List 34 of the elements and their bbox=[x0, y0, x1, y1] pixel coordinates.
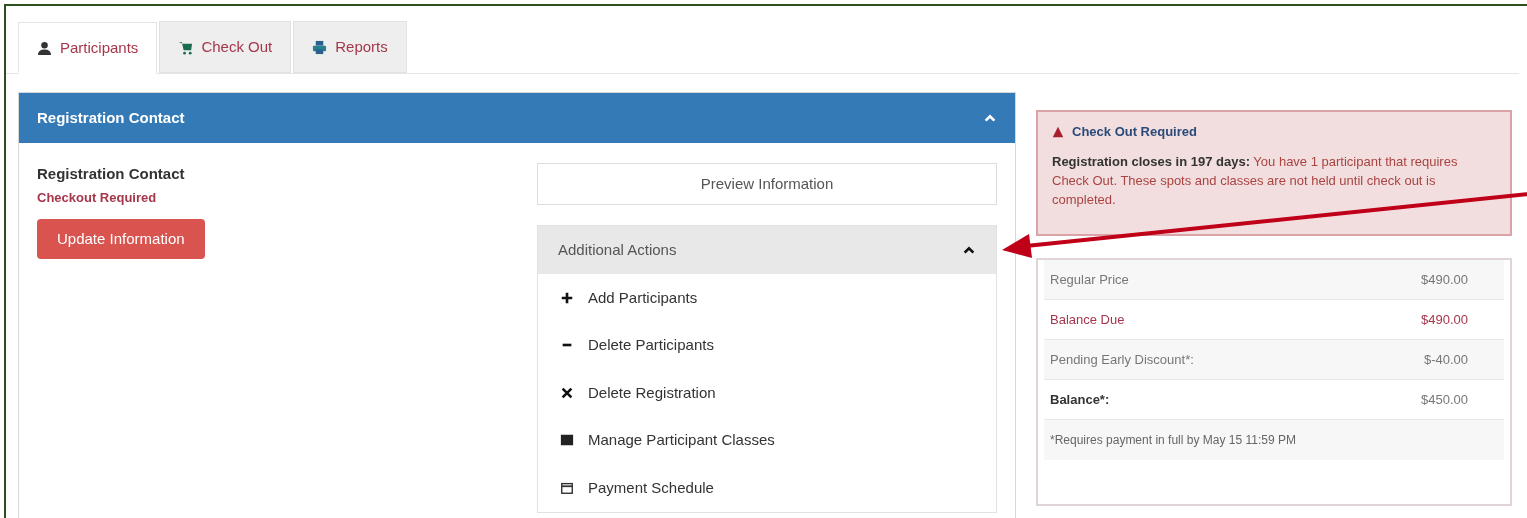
preview-button[interactable]: Preview Information bbox=[537, 163, 997, 205]
actions-header[interactable]: Additional Actions bbox=[538, 226, 996, 274]
person-icon bbox=[37, 40, 52, 56]
warning-icon bbox=[1052, 125, 1064, 138]
price-value: $450.00 bbox=[1421, 390, 1468, 409]
alert-title: Check Out Required bbox=[1072, 123, 1197, 141]
actions-title: Additional Actions bbox=[558, 239, 677, 260]
panel-title: Registration Contact bbox=[37, 107, 185, 128]
action-link[interactable]: Add Participants bbox=[538, 274, 996, 322]
price-label: Regular Price bbox=[1050, 270, 1129, 289]
block-icon bbox=[560, 433, 574, 448]
alert-message: Registration closes in 197 days: You have 1 participant that requires Check Out. These spots and classes are not held until check out is completed. bbox=[1052, 152, 1459, 209]
contact-heading: Registration Contact bbox=[37, 164, 185, 184]
price-value: $490.00 bbox=[1421, 310, 1468, 329]
status-text: Checkout Required bbox=[37, 188, 157, 207]
cart-icon bbox=[178, 39, 194, 55]
close-icon bbox=[560, 385, 574, 400]
action-link[interactable]: Delete Participants bbox=[538, 321, 996, 369]
printer-icon bbox=[312, 39, 328, 55]
tab[interactable]: Participants bbox=[18, 22, 158, 74]
price-value: $-40.00 bbox=[1423, 350, 1468, 369]
tab[interactable]: Reports bbox=[293, 21, 407, 73]
price-value: $490.00 bbox=[1421, 270, 1468, 289]
payment-note: *Requires payment in full by May 15 11:59 PM bbox=[1050, 432, 1296, 449]
price-label: Pending Early Discount*: bbox=[1050, 350, 1194, 369]
action-link[interactable]: Delete Registration bbox=[538, 369, 996, 417]
price-label: Balance*: bbox=[1050, 390, 1110, 409]
tab[interactable]: Check Out bbox=[159, 21, 292, 73]
calendar-icon bbox=[560, 480, 574, 495]
update-button[interactable]: Update Information bbox=[37, 219, 205, 259]
price-label: Balance Due bbox=[1050, 310, 1125, 329]
action-link[interactable]: Payment Schedule bbox=[538, 464, 996, 512]
action-link[interactable]: Manage Participant Classes bbox=[538, 416, 996, 464]
plus-icon bbox=[560, 290, 574, 305]
